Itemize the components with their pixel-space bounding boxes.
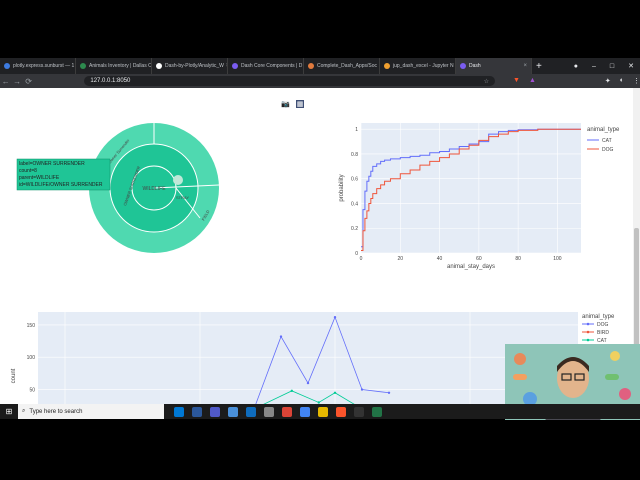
tab-favicon-icon — [4, 63, 10, 69]
count-series-marker[interactable] — [333, 391, 337, 394]
url-text: 127.0.0.1:8050 — [90, 78, 131, 84]
tab-label: Dash — [469, 63, 481, 69]
maximize-icon[interactable]: □ — [610, 63, 614, 70]
taskbar-app-icon[interactable] — [282, 406, 292, 417]
taskbar-app-icon[interactable] — [228, 406, 238, 417]
count-ytick-label: 100 — [27, 355, 36, 361]
count-ylabel: count — [11, 368, 17, 383]
taskbar-app-icon[interactable] — [264, 406, 274, 417]
taskbar-app-icon[interactable] — [372, 406, 382, 417]
window-controls: ● – □ ✕ — [574, 58, 634, 74]
menu-icon[interactable]: ⋮ — [633, 77, 640, 85]
back-icon[interactable]: ← — [0, 77, 11, 86]
count-legend-marker — [586, 338, 590, 342]
count-ytick-label: 150 — [27, 323, 36, 329]
count-legend-label[interactable]: BIRD — [597, 330, 609, 336]
url-input[interactable]: 127.0.0.1:8050 ☆ — [84, 76, 496, 86]
tab-favicon-icon — [80, 63, 86, 69]
browser-tab[interactable]: jup_dash_excel - Jupyter N× — [380, 58, 456, 74]
close-icon[interactable]: ✕ — [628, 62, 634, 70]
taskbar-app-icon[interactable] — [354, 406, 364, 417]
tab-label: Animals Inventory | Dallas O — [89, 63, 152, 69]
browser-tab[interactable]: Dash-by-Plotly/Analytic_W× — [152, 58, 228, 74]
taskbar-app-icon[interactable] — [174, 406, 184, 417]
count-series-marker[interactable] — [360, 388, 364, 391]
count-series-marker[interactable] — [306, 381, 310, 385]
brave-shield-icon[interactable]: ▼ — [513, 77, 520, 85]
brave-rewards-icon[interactable]: ▲ — [529, 77, 536, 85]
tab-label: Dash Core Components | D — [241, 63, 303, 69]
tab-close-icon[interactable]: × — [521, 63, 527, 69]
browser-tab[interactable]: plotly.express.sunburst — 1× — [0, 58, 76, 74]
tab-favicon-icon — [232, 63, 238, 69]
count-series-marker[interactable] — [333, 315, 337, 319]
tab-label: Dash-by-Plotly/Analytic_W — [165, 63, 224, 69]
browser-tab[interactable]: Dash Core Components | D× — [228, 58, 304, 74]
windows-start-icon[interactable]: ⊞ — [0, 404, 18, 419]
search-placeholder: Type here to search — [29, 408, 83, 415]
tab-favicon-icon — [156, 63, 162, 69]
browser-tab[interactable]: Animals Inventory | Dallas O× — [76, 58, 152, 74]
tab-favicon-icon — [460, 63, 466, 69]
count-legend-marker — [586, 330, 590, 334]
reload-icon[interactable]: ⟳ — [23, 77, 34, 86]
taskbar-search-input[interactable]: ⌕ Type here to search — [18, 404, 164, 419]
taskbar-app-icon[interactable] — [246, 406, 256, 417]
tab-bar: plotly.express.sunburst — 1×Animals Inve… — [0, 58, 640, 74]
taskbar-app-icons — [174, 406, 382, 417]
new-tab-button[interactable]: + — [536, 61, 542, 72]
taskbar-app-icon[interactable] — [300, 406, 310, 417]
search-icon: ⌕ — [22, 408, 26, 414]
extensions-icon[interactable]: ✦ — [605, 77, 611, 85]
browser-tab[interactable]: Complete_Dash_Apps/Soc× — [304, 58, 380, 74]
taskbar-app-icon[interactable] — [192, 406, 202, 417]
minimize-icon[interactable]: – — [592, 63, 596, 70]
taskbar-app-icon[interactable] — [210, 406, 220, 417]
count-series-marker[interactable] — [387, 391, 391, 394]
bookmark-star-icon[interactable]: ☆ — [484, 78, 489, 85]
count-ytick-label: 50 — [29, 388, 35, 394]
tab-favicon-icon — [308, 63, 314, 69]
count-legend-title: animal_type — [582, 314, 615, 320]
browser-tab[interactable]: Dash × — [456, 58, 532, 74]
count-plot-area — [38, 312, 578, 404]
tab-label: plotly.express.sunburst — 1 — [13, 63, 75, 69]
forward-icon[interactable]: → — [11, 77, 22, 86]
extension-icons: ▼ ▲ ✦ ◐ ⋮ — [513, 77, 640, 85]
profile-dot-icon[interactable]: ● — [574, 63, 578, 70]
count-series-marker[interactable] — [279, 335, 283, 338]
count-series-marker[interactable] — [290, 389, 293, 393]
address-bar: ← → ⟳ 127.0.0.1:8050 ☆ ▼ ▲ ✦ ◐ ⋮ — [0, 74, 640, 88]
tab-label: jup_dash_excel - Jupyter N — [393, 63, 454, 69]
tab-label: Complete_Dash_Apps/Soc — [317, 63, 378, 69]
windows-taskbar: ⊞ ⌕ Type here to search — [0, 404, 640, 419]
profile-icon[interactable]: ◐ — [620, 77, 624, 85]
taskbar-app-icon[interactable] — [336, 406, 346, 417]
count-legend-marker — [586, 322, 590, 326]
tab-favicon-icon — [384, 63, 390, 69]
count-legend-label[interactable]: DOG — [597, 322, 609, 328]
taskbar-app-icon[interactable] — [318, 406, 328, 417]
